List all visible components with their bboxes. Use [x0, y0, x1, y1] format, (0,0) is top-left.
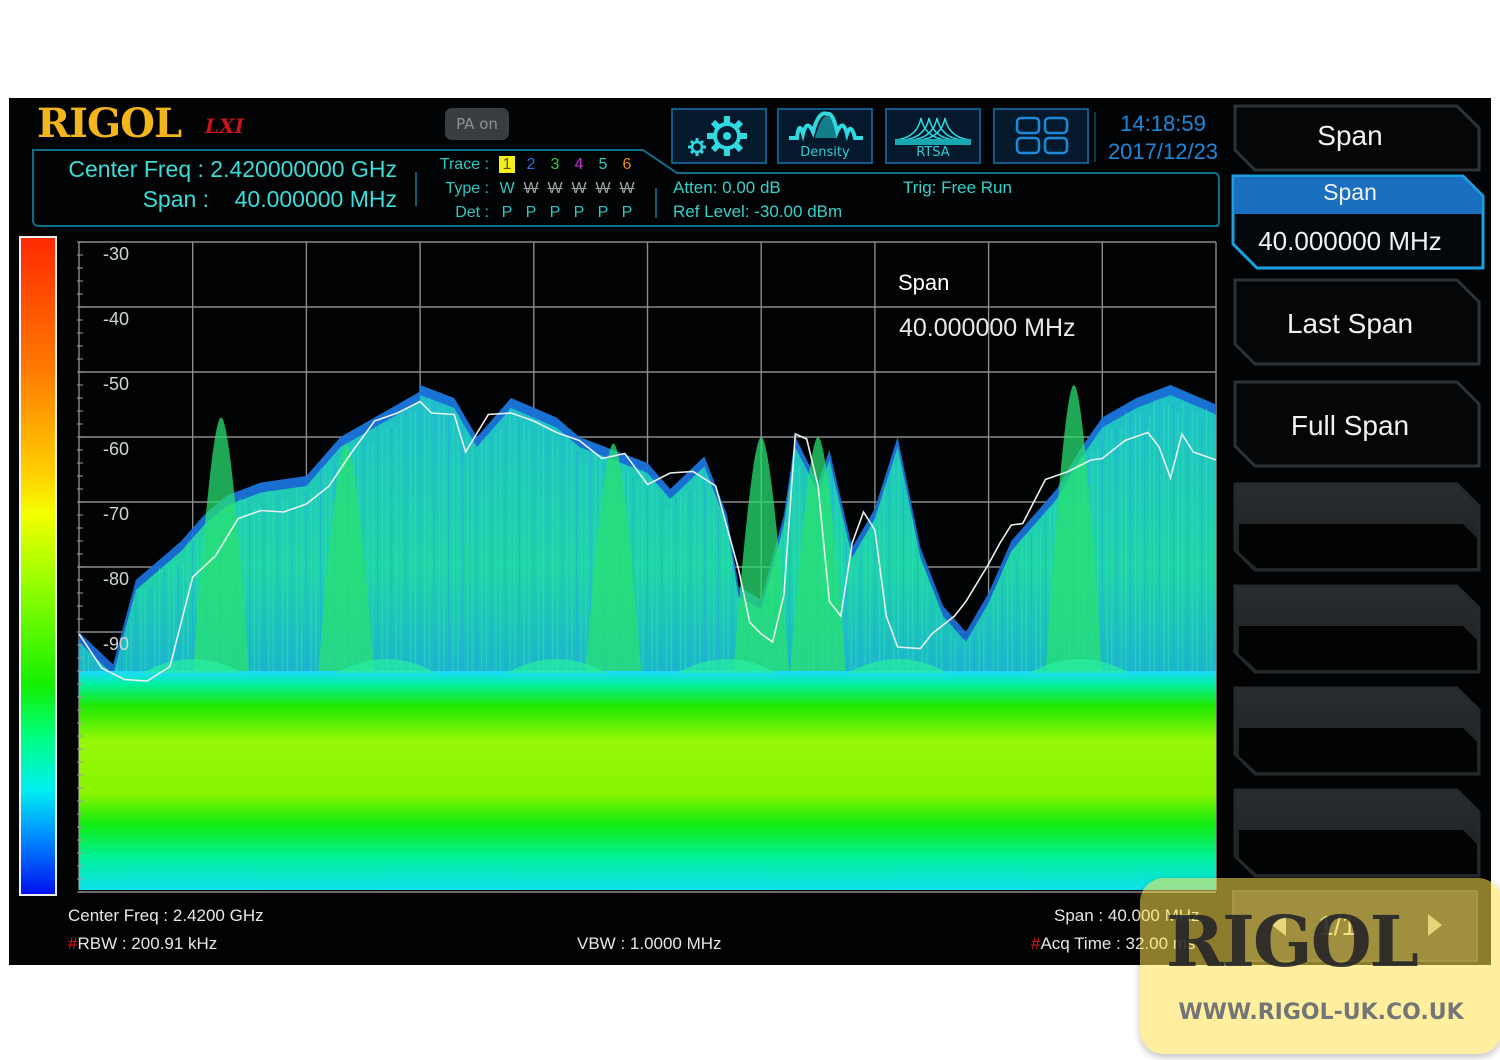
trace-det: P [573, 204, 585, 221]
overlay-span-label: Span [898, 270, 949, 295]
softkey-span[interactable]: Span 40.000000 MHz [1231, 174, 1485, 272]
footer-center-freq: Center Freq : 2.4200 GHz [68, 906, 264, 925]
trace-3[interactable]: 3 [543, 156, 567, 174]
type-label: Type : [445, 180, 489, 197]
trace-panel[interactable]: Trace : 1 2 3 4 5 6 Type : W W W W W W D… [427, 153, 639, 225]
ref-level-readout[interactable]: Ref Level: -30.00 dBm [673, 202, 842, 222]
rtsa-icon [894, 117, 972, 145]
trace-type: W [595, 180, 611, 197]
type-row: Type : W W W W W W [427, 177, 639, 201]
y-tick-label: -90 [103, 634, 129, 654]
trace-type: W [571, 180, 587, 197]
trace-type: W [523, 180, 539, 197]
y-axis-labels: -30 -40 -50 -60 -70 -80 -90 [103, 244, 129, 654]
trace-2[interactable]: 2 [519, 156, 543, 174]
softkey-empty[interactable] [1231, 482, 1481, 572]
spectrum-plot[interactable]: -30 -40 -50 -60 -70 -80 -90 Span 40.000000 MHz [69, 238, 1219, 894]
trace-type: W [619, 180, 635, 197]
softkey-empty[interactable] [1231, 788, 1481, 878]
divider [655, 188, 657, 218]
trace-6[interactable]: 6 [615, 156, 639, 174]
y-tick-label: -60 [103, 439, 129, 459]
density-button[interactable]: Density [777, 108, 873, 164]
atten-readout[interactable]: Atten: 0.00 dB [673, 178, 781, 198]
span-value: 40.000000 MHz [1258, 226, 1442, 256]
trace-det: P [525, 204, 537, 221]
watermark: RIGOL WWW.RIGOL-UK.CO.UK [1140, 878, 1500, 1054]
trace-label: Trace : [439, 156, 489, 173]
density-caption: Density [800, 145, 850, 160]
trace-type: W [499, 180, 515, 197]
trace-type: W [547, 180, 563, 197]
trace-det: P [501, 204, 513, 221]
density-colorbar [19, 236, 57, 896]
trace-det: P [549, 204, 561, 221]
trace-1[interactable]: 1 [495, 156, 519, 174]
y-tick-label: -80 [103, 569, 129, 589]
det-row: Det : P P P P P P [427, 201, 639, 225]
layout-button[interactable] [993, 108, 1089, 164]
analyzer-screen: RIGOL LXI PA on Center Freq : 2.42000000… [9, 98, 1491, 965]
softkey-full-span[interactable]: Full Span [1231, 380, 1481, 468]
rtsa-caption: RTSA [916, 145, 950, 160]
footer-vbw[interactable]: VBW : 1.0000 MHz [577, 934, 722, 954]
divider [1094, 112, 1096, 162]
settings-button[interactable] [671, 108, 767, 164]
trig-readout[interactable]: Trig: Free Run [903, 178, 1012, 198]
det-label: Det : [455, 204, 489, 221]
grid-layout-icon [1015, 116, 1069, 155]
softkey-empty[interactable] [1231, 686, 1481, 776]
divider [415, 172, 417, 206]
trace-4[interactable]: 4 [567, 156, 591, 174]
footer-rbw[interactable]: #RBW : 200.91 kHz [68, 934, 217, 954]
noise-floor-density [79, 671, 1216, 890]
trace-5[interactable]: 5 [591, 156, 615, 174]
y-tick-label: -50 [103, 374, 129, 394]
density-icon [789, 111, 863, 142]
time: 14:18:59 [1120, 111, 1206, 136]
date: 2017/12/23 [1107, 139, 1219, 164]
watermark-url: WWW.RIGOL-UK.CO.UK [1178, 1000, 1464, 1025]
softkey-empty[interactable] [1231, 584, 1481, 674]
overlay-span-value: 40.000000 MHz [899, 314, 1076, 342]
y-tick-label: -70 [103, 504, 129, 524]
center-freq-readout[interactable]: Center Freq : 2.420000000 GHz [51, 156, 397, 183]
y-tick-label: -30 [103, 244, 129, 264]
gears-icon [688, 116, 747, 156]
trace-row: Trace : 1 2 3 4 5 6 [427, 153, 639, 177]
trace-det: P [621, 204, 633, 221]
rtsa-button[interactable]: RTSA [885, 108, 981, 164]
trace-det: P [597, 204, 609, 221]
softkey-last-span[interactable]: Last Span [1231, 278, 1481, 366]
clock: 14:18:59 2017/12/23 [1103, 110, 1223, 166]
y-tick-label: -40 [103, 309, 129, 329]
span-readout[interactable]: Span : 40.000000 MHz [51, 186, 397, 213]
watermark-logo: RIGOL [1166, 900, 1419, 983]
